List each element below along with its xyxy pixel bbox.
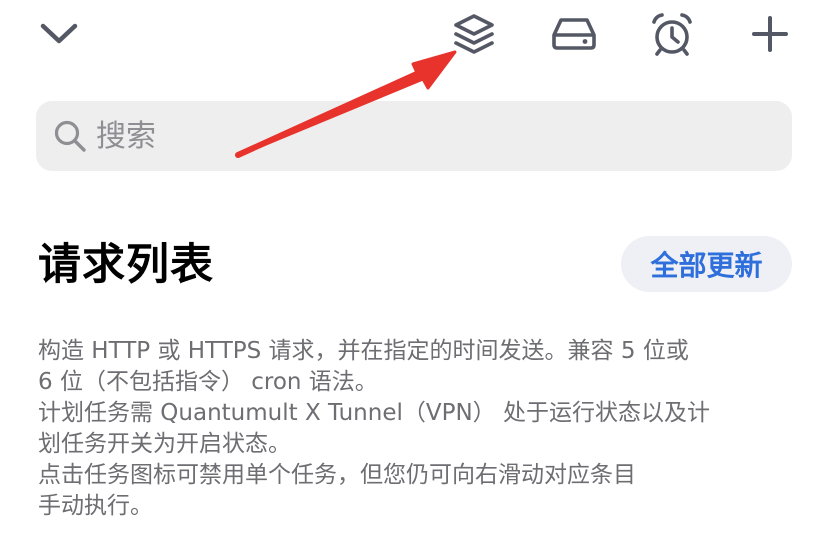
search-input[interactable]	[96, 111, 736, 161]
search-bar[interactable]	[36, 101, 792, 171]
description-paragraph: 点击任务图标可禁用单个任务，但您仍可向右滑动对应条目 手动执行。	[38, 462, 636, 519]
description: 构造 HTTP 或 HTTPS 请求，并在指定的时间发送。兼容 5 位或 6 位…	[38, 336, 798, 522]
description-paragraph: 构造 HTTP 或 HTTPS 请求，并在指定的时间发送。兼容 5 位或 6 位…	[38, 338, 689, 395]
collapse-button[interactable]	[31, 6, 87, 62]
layers-button[interactable]	[446, 6, 502, 62]
search-icon	[52, 118, 88, 154]
top-toolbar	[0, 0, 828, 72]
plus-icon	[752, 16, 788, 52]
drive-button[interactable]	[546, 6, 602, 62]
chevron-down-icon	[40, 23, 78, 44]
alarm-clock-icon	[652, 13, 692, 56]
description-paragraph: 计划任务需 Quantumult X Tunnel（VPN） 处于运行状态以及计…	[38, 400, 710, 457]
drive-icon	[552, 18, 596, 50]
alarm-button[interactable]	[644, 6, 700, 62]
layers-icon	[454, 14, 494, 54]
section-title: 请求列表	[38, 240, 214, 290]
update-all-button[interactable]: 全部更新	[621, 236, 792, 292]
add-button[interactable]	[742, 6, 798, 62]
